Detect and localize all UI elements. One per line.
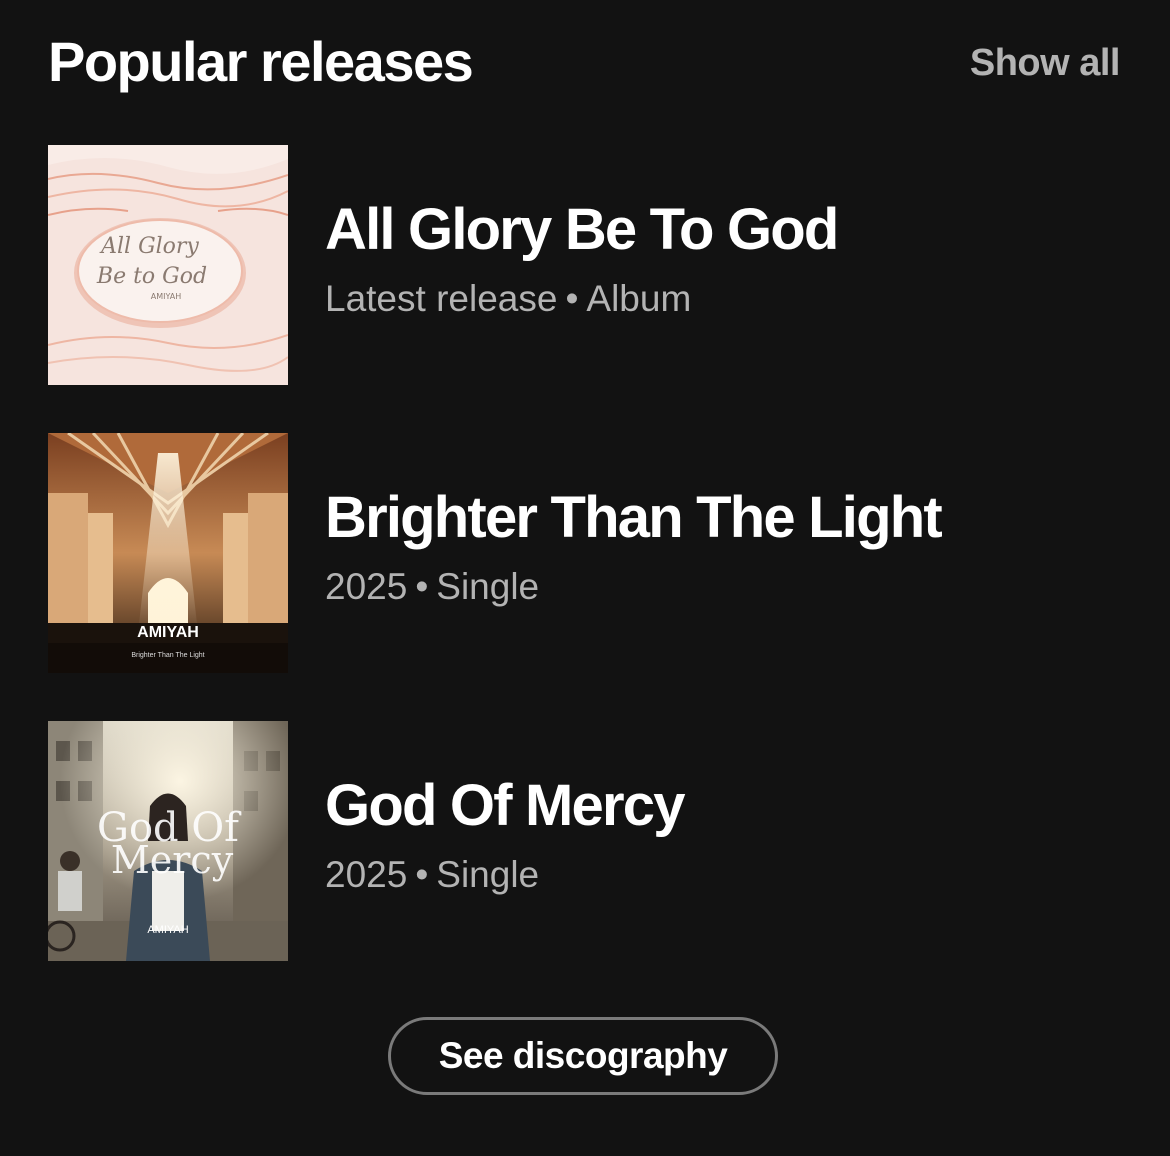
- release-info: All Glory Be To God Latest release • Album: [325, 195, 1125, 321]
- release-type: Album: [586, 278, 692, 319]
- release-row-all-glory-be-to-god[interactable]: All Glory Be to God AMIYAH All Glory Be …: [48, 145, 1128, 385]
- see-discography-button[interactable]: See discography: [388, 1017, 778, 1095]
- meta-separator: •: [415, 566, 429, 607]
- release-row-god-of-mercy[interactable]: God Of Mercy AMIYAH God Of Mercy 2025 • Si…: [48, 721, 1128, 961]
- meta-separator: •: [415, 854, 429, 895]
- release-year: 2025: [325, 566, 408, 607]
- album-cover: God Of Mercy AMIYAH: [48, 721, 288, 961]
- release-title: All Glory Be To God: [325, 197, 839, 262]
- release-meta: Latest release • Album: [325, 277, 1125, 321]
- release-title: God Of Mercy: [325, 773, 685, 838]
- cover-title-line2: Be to God: [96, 264, 207, 289]
- cover-title-line1: All Glory: [99, 234, 199, 259]
- popular-releases-section: Popular releases Show all All Glory Be t…: [0, 0, 1170, 1156]
- release-meta: 2025 • Single: [325, 565, 1125, 609]
- release-info: Brighter Than The Light 2025 • Single: [325, 483, 1125, 609]
- cover-artist: AMIYAH: [151, 292, 182, 301]
- release-meta: 2025 • Single: [325, 853, 1125, 897]
- release-row-brighter-than-the-light[interactable]: AMIYAH Brighter Than The Light Brighter …: [48, 433, 1128, 673]
- release-type: Single: [436, 854, 540, 895]
- release-info: God Of Mercy 2025 • Single: [325, 771, 1125, 897]
- cover-subtitle: Brighter Than The Light: [131, 652, 204, 659]
- album-cover: AMIYAH Brighter Than The Light: [48, 433, 288, 673]
- section-title: Popular releases: [48, 30, 474, 93]
- release-year: 2025: [325, 854, 408, 895]
- release-title: Brighter Than The Light: [325, 485, 943, 550]
- cover-title-line2: Mercy: [111, 838, 234, 882]
- cover-artist: AMIYAH: [137, 624, 199, 641]
- show-all-link[interactable]: Show all: [970, 40, 1121, 86]
- release-type: Single: [436, 566, 540, 607]
- album-cover: All Glory Be to God AMIYAH: [48, 145, 288, 385]
- meta-separator: •: [565, 278, 579, 319]
- release-meta-prefix: Latest release: [325, 278, 558, 319]
- cover-artist: AMIYAH: [147, 924, 188, 936]
